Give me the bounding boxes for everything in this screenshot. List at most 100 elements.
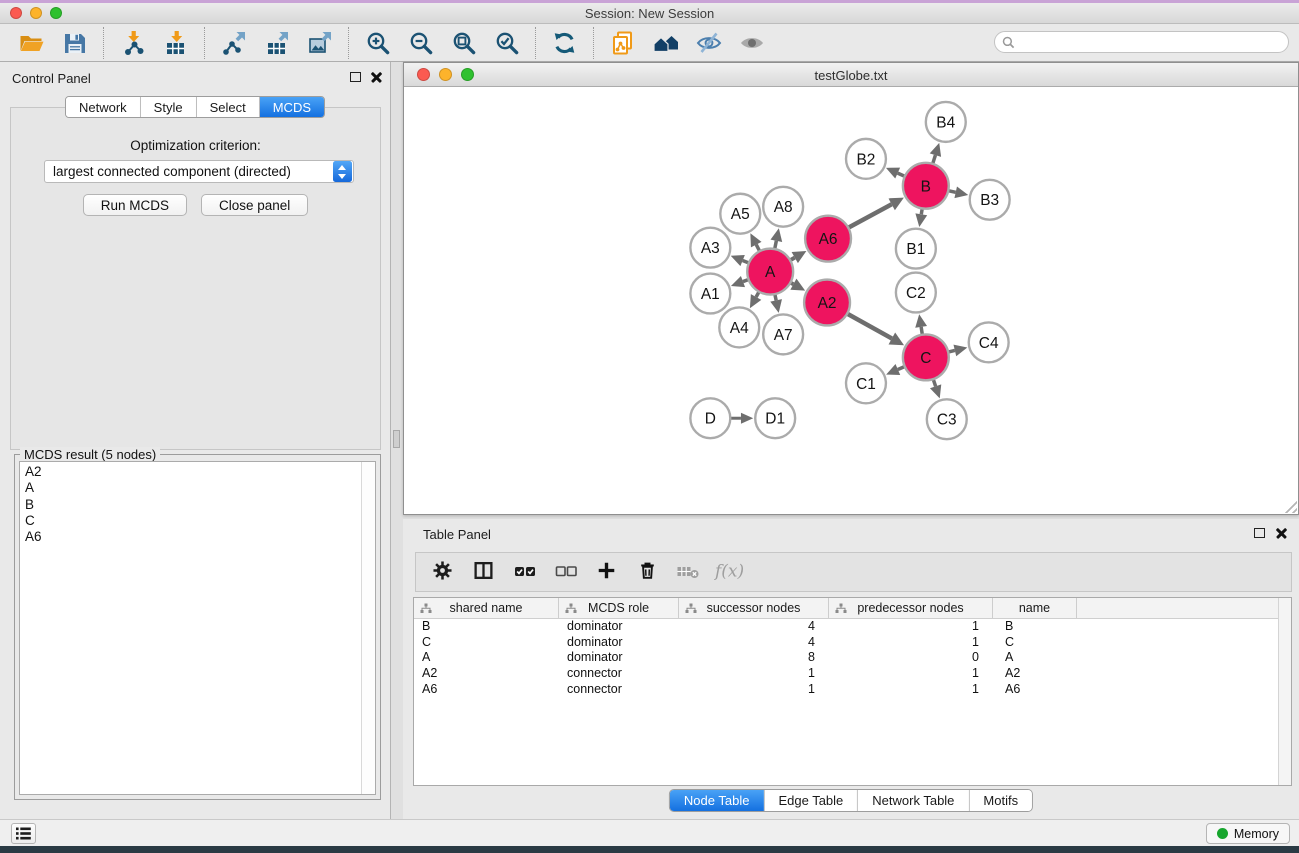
graph-node-A2[interactable]: A2 [804,280,850,326]
table-row[interactable]: Cdominator41C [414,635,1291,651]
graph-node-B[interactable]: B [903,163,949,209]
zoom-fit-button[interactable] [442,26,485,60]
graph-edge-C-C4[interactable] [948,345,967,357]
tab-select[interactable]: Select [197,97,260,117]
graph-edge-B-B4[interactable] [930,143,941,164]
tab-style[interactable]: Style [141,97,197,117]
graph-edge-A-A1[interactable] [731,276,749,287]
table-close-panel-icon[interactable] [1276,527,1287,538]
table-scrollbar[interactable] [1278,598,1291,785]
header-cell-name[interactable]: name [993,598,1077,618]
save-session-button[interactable] [53,26,96,60]
table-row[interactable]: A6connector11A6 [414,682,1291,698]
result-list-scrollbar[interactable] [361,462,375,794]
graph-edge-A-A7[interactable] [770,294,782,313]
mcds-result-item[interactable]: A [20,480,360,496]
import-network-button[interactable] [111,26,154,60]
graph-node-C4[interactable]: C4 [969,322,1009,362]
criterion-dropdown[interactable]: largest connected component (directed) [44,160,354,183]
show-all-button[interactable] [730,26,773,60]
graph-node-C3[interactable]: C3 [927,399,967,439]
open-session-button[interactable] [10,26,53,60]
graph-edge-B-B1[interactable] [915,208,927,227]
table-float-panel-icon[interactable] [1254,528,1265,538]
mcds-result-item[interactable]: A2 [20,464,360,480]
graph-node-A4[interactable]: A4 [719,307,759,347]
graph-node-B3[interactable]: B3 [970,180,1010,220]
panel-divider[interactable] [391,62,403,822]
header-cell-mcds-role[interactable]: MCDS role [559,598,679,618]
graph-edge-C-C1[interactable] [886,364,905,375]
hide-selected-button[interactable] [687,26,730,60]
graph-edge-C-C2[interactable] [915,314,927,334]
tab-mcds[interactable]: MCDS [260,97,324,117]
tab-motifs[interactable]: Motifs [969,790,1032,811]
graph-node-D[interactable]: D [690,398,730,438]
split-panel-button[interactable] [465,556,502,588]
graph-edge-A-A8[interactable] [770,228,782,249]
graph-node-B2[interactable]: B2 [846,139,886,179]
window-titlebar[interactable]: Session: New Session [0,3,1299,24]
graph-edge-A-A4[interactable] [750,292,761,309]
graph-edge-A2-C[interactable] [847,314,904,346]
graph-node-D1[interactable]: D1 [755,398,795,438]
export-image-button[interactable] [298,26,341,60]
graph-node-A6[interactable]: A6 [805,216,851,262]
panel-splitter-handle[interactable] [393,430,400,448]
mcds-result-item[interactable]: B [20,497,360,513]
tab-edge-table[interactable]: Edge Table [764,790,858,811]
graph-node-C[interactable]: C [903,334,949,380]
select-all-checks-button[interactable] [506,556,543,588]
graph-edge-B-B2[interactable] [886,168,905,179]
mcds-result-list[interactable]: A2ABCA6 [19,461,376,795]
home-button[interactable] [644,26,687,60]
zoom-in-button[interactable] [356,26,399,60]
network-canvas[interactable]: B4 B2 B B3 A8A5 A6 A3 B1 A A1 C2 A2 A4A7 C4 C C1 C3 D D1 [404,88,1298,514]
mcds-result-item[interactable]: A6 [20,529,360,545]
tab-network-table[interactable]: Network Table [858,790,969,811]
duplicate-network-button[interactable] [601,26,644,60]
close-panel-button[interactable]: Close panel [201,194,308,216]
export-table-button[interactable] [255,26,298,60]
graph-edge-C-C3[interactable] [930,379,941,398]
graph-node-A7[interactable]: A7 [763,314,803,354]
graph-node-A5[interactable]: A5 [720,194,760,234]
close-panel-icon[interactable] [371,71,382,82]
header-cell-successor-nodes[interactable]: successor nodes [679,598,829,618]
header-cell-predecessor-nodes[interactable]: predecessor nodes [829,598,993,618]
graph-node-A[interactable]: A [747,249,793,295]
search-input[interactable] [1015,33,1288,51]
graph-node-B4[interactable]: B4 [926,102,966,142]
header-cell-shared-name[interactable]: shared name [414,598,559,618]
graph-node-C2[interactable]: C2 [896,273,936,313]
zoom-selected-button[interactable] [485,26,528,60]
run-mcds-button[interactable]: Run MCDS [83,194,187,216]
tab-network[interactable]: Network [66,97,141,117]
import-table-button[interactable] [154,26,197,60]
deselect-all-checks-button[interactable] [547,556,584,588]
graph-node-A1[interactable]: A1 [690,274,730,314]
graph-edge-D-D1[interactable] [730,413,753,424]
table-row[interactable]: Adominator80A [414,650,1291,666]
graph-edge-A6-B[interactable] [848,198,904,228]
zoom-out-button[interactable] [399,26,442,60]
graph-node-A8[interactable]: A8 [763,187,803,227]
network-window-titlebar[interactable]: testGlobe.txt [404,63,1298,87]
graph-node-C1[interactable]: C1 [846,363,886,403]
graph-edge-A-A6[interactable] [790,251,806,263]
graph-node-B1[interactable]: B1 [896,229,936,269]
delete-column-button[interactable] [629,556,666,588]
search-field[interactable] [994,31,1289,53]
tab-node-table[interactable]: Node Table [670,790,765,811]
float-panel-icon[interactable] [350,72,361,82]
refresh-button[interactable] [543,26,586,60]
table-row[interactable]: A2connector11A2 [414,666,1291,682]
task-history-button[interactable] [11,823,36,844]
settings-button[interactable] [424,556,461,588]
graph-edge-B-B3[interactable] [948,186,968,198]
mcds-result-item[interactable]: C [20,513,360,529]
add-column-button[interactable] [588,556,625,588]
memory-button[interactable]: Memory [1206,823,1290,844]
graph-node-A3[interactable]: A3 [690,228,730,268]
graph-edge-A-A5[interactable] [750,233,761,251]
